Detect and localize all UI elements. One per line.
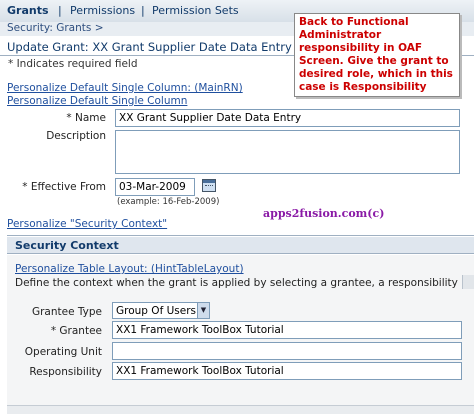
chevron-down-icon[interactable]: ▼: [197, 303, 209, 318]
responsibility-label: Responsibility: [29, 366, 102, 378]
watermark: apps2fusion.com(c): [263, 207, 385, 220]
operating-unit-field[interactable]: [112, 342, 462, 360]
tab-separator: |: [58, 4, 62, 17]
tab-separator: |: [141, 4, 145, 17]
operating-unit-label: Operating Unit: [24, 346, 102, 358]
personalize-mainrn-link[interactable]: Personalize Default Single Column: (Main…: [7, 82, 243, 94]
tab-grants[interactable]: Grants: [7, 4, 49, 17]
personalize-table-layout-link[interactable]: Personalize Table Layout: (HintTableLayo…: [15, 263, 244, 275]
description-field[interactable]: [115, 130, 460, 174]
section-divider: [7, 235, 474, 236]
security-context-heading: Security Context: [7, 237, 474, 254]
name-field[interactable]: XX Grant Supplier Date Data Entry: [115, 109, 460, 127]
personalize-security-context-link[interactable]: Personalize "Security Context": [7, 218, 167, 230]
calendar-icon[interactable]: [202, 179, 216, 192]
security-context-description: Define the context when the grant is app…: [15, 277, 461, 289]
grantee-type-label: Grantee Type: [31, 306, 102, 318]
responsibility-field[interactable]: XX1 Framework ToolBox Tutorial: [112, 362, 462, 380]
grantee-type-select[interactable]: Group Of Users ▼: [112, 302, 210, 319]
annotation-callout: Back to Functional Administrator respons…: [294, 13, 460, 97]
tab-permissions[interactable]: Permissions: [70, 4, 135, 17]
name-label: * Name: [66, 112, 106, 124]
grantee-label: * Grantee: [50, 325, 102, 337]
required-field-note: * Indicates required field: [8, 58, 138, 70]
tab-permission-sets[interactable]: Permission Sets: [152, 4, 239, 17]
horizontal-scroll-arrow[interactable]: [462, 275, 474, 289]
effective-from-label: * Effective From: [22, 181, 106, 193]
personalize-default-link[interactable]: Personalize Default Single Column: [7, 95, 187, 107]
effective-from-field[interactable]: 03-Mar-2009: [115, 178, 195, 196]
breadcrumb[interactable]: Security: Grants >: [7, 22, 104, 34]
grantee-field[interactable]: XX1 Framework ToolBox Tutorial: [112, 321, 462, 339]
grantee-type-value: Group Of Users: [116, 305, 197, 317]
date-example-hint: (example: 16-Feb-2009): [117, 197, 220, 207]
page-title: Update Grant: XX Grant Supplier Date Dat…: [7, 40, 292, 54]
description-label: Description: [46, 130, 106, 142]
